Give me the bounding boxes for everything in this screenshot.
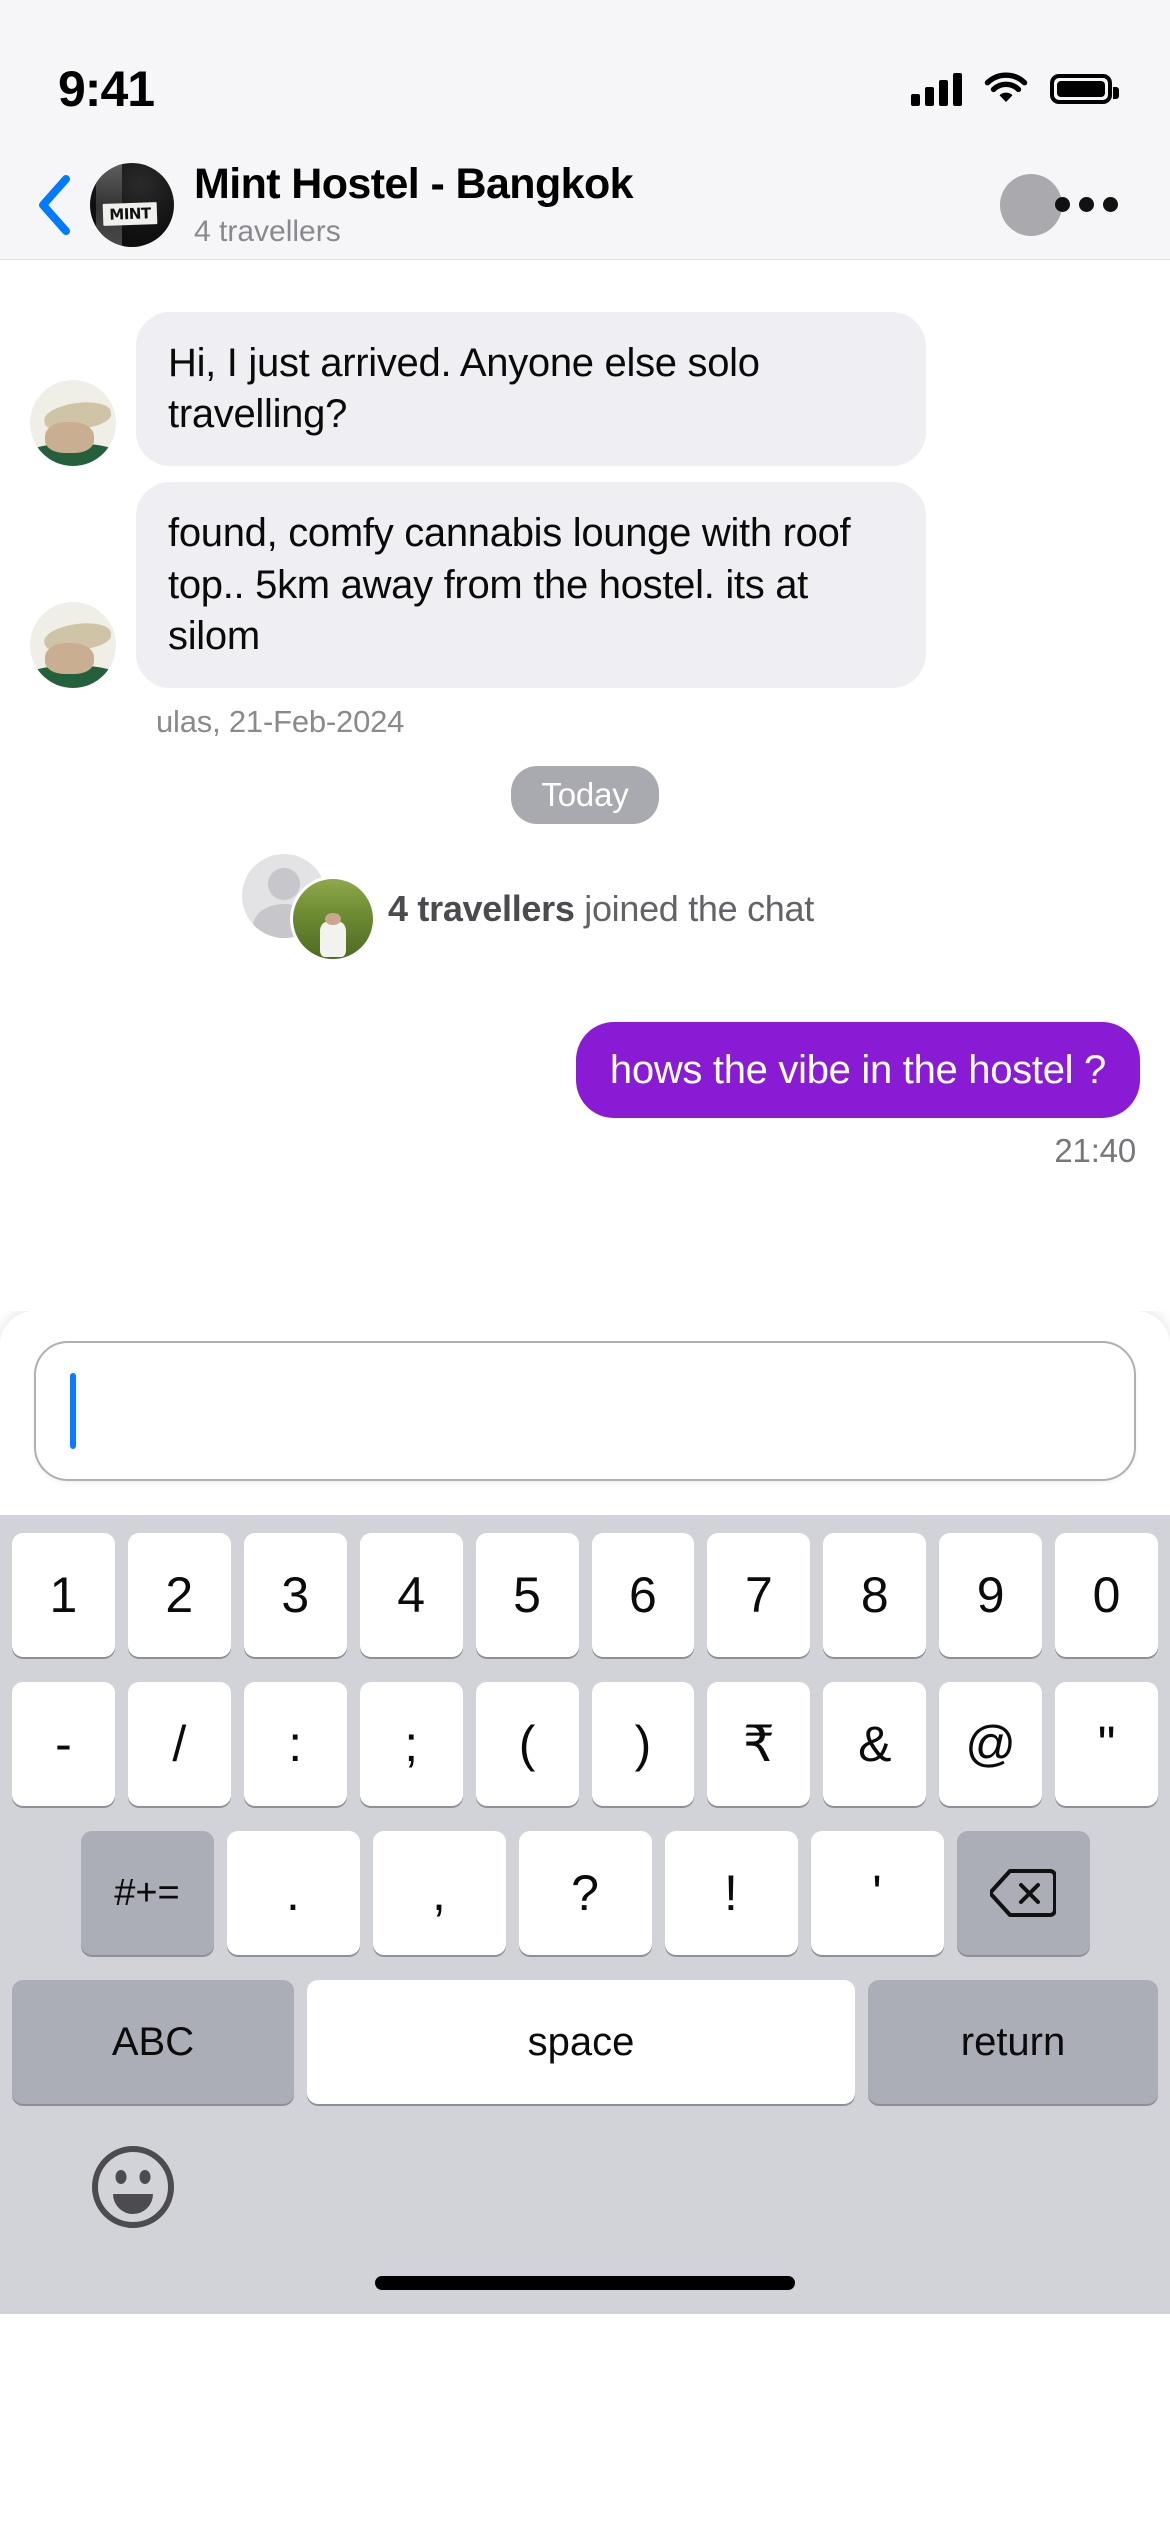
key-slash[interactable]: / (127, 1682, 231, 1806)
virtual-keyboard[interactable]: 1 2 3 4 5 6 7 8 9 0 - / : ; ( ) ₹ & @ " … (0, 1515, 1170, 2314)
message-meta: ulas, 21-Feb-2024 (156, 703, 405, 739)
traveller-avatar[interactable] (290, 875, 376, 962)
key-semicolon[interactable]: ; (359, 1682, 463, 1806)
key-paren-open[interactable]: ( (475, 1682, 579, 1806)
keyboard-row-symbols: - / : ; ( ) ₹ & @ " (11, 1682, 1159, 1806)
key-rupee[interactable]: ₹ (707, 1682, 811, 1806)
key-1[interactable]: 1 (11, 1533, 115, 1657)
keyboard-footer (12, 2124, 1158, 2314)
key-at[interactable]: @ (939, 1682, 1043, 1806)
message-row-incoming: found, comfy cannabis lounge with roof t… (0, 482, 1170, 688)
home-indicator (375, 2276, 795, 2290)
message-timestamp: 21:40 (1054, 1131, 1136, 1169)
message-bubble[interactable]: Hi, I just arrived. Anyone else solo tra… (136, 312, 926, 467)
key-8[interactable]: 8 (823, 1533, 927, 1657)
system-event-row: 4 travellers joined the chat (0, 853, 1170, 964)
more-options-icon[interactable] (1055, 196, 1118, 212)
system-event-avatars (242, 853, 376, 964)
back-button[interactable] (26, 173, 84, 237)
wifi-icon (984, 72, 1028, 106)
member-avatar-icon[interactable] (1000, 173, 1062, 236)
message-row-outgoing: hows the vibe in the hostel ? (0, 1021, 1170, 1118)
status-bar: 9:41 (0, 0, 1170, 150)
message-input[interactable] (34, 1341, 1136, 1481)
key-colon[interactable]: : (243, 1682, 347, 1806)
key-hyphen[interactable]: - (11, 1682, 115, 1806)
key-abc-toggle[interactable]: ABC (12, 1980, 294, 2104)
status-indicators (911, 72, 1119, 106)
header-subtitle: 4 travellers (194, 214, 341, 248)
system-event-count: 4 travellers (388, 887, 575, 929)
key-return[interactable]: return (868, 1980, 1158, 2104)
system-event-suffix: joined the chat (574, 887, 814, 929)
keyboard-row-punctuation: #+= . , ? ! ' (12, 1831, 1158, 1955)
key-4[interactable]: 4 (359, 1533, 463, 1657)
key-3[interactable]: 3 (243, 1533, 347, 1657)
ulas-avatar[interactable] (30, 601, 116, 688)
chat-header: MINT Mint Hostel - Bangkok 4 travellers (0, 150, 1170, 260)
text-caret (70, 1373, 76, 1449)
key-exclamation[interactable]: ! (664, 1831, 798, 1955)
keyboard-row-numbers: 1 2 3 4 5 6 7 8 9 0 (11, 1533, 1159, 1657)
header-actions (1000, 163, 1140, 247)
key-paren-close[interactable]: ) (591, 1682, 695, 1806)
hostel-avatar[interactable]: MINT (90, 162, 174, 247)
key-9[interactable]: 9 (939, 1533, 1043, 1657)
chat-messages-area[interactable]: Hi, I just arrived. Anyone else solo tra… (0, 260, 1170, 1311)
key-symbols-toggle[interactable]: #+= (80, 1831, 214, 1955)
message-row-incoming: Hi, I just arrived. Anyone else solo tra… (0, 312, 1170, 467)
key-ampersand[interactable]: & (823, 1682, 927, 1806)
key-6[interactable]: 6 (591, 1533, 695, 1657)
message-bubble-outgoing[interactable]: hows the vibe in the hostel ? (575, 1021, 1140, 1118)
status-time: 9:41 (58, 61, 155, 117)
key-comma[interactable]: , (372, 1831, 506, 1955)
ulas-avatar[interactable] (30, 380, 116, 467)
message-composer (0, 1311, 1170, 1515)
key-space[interactable]: space (307, 1980, 855, 2104)
key-2[interactable]: 2 (127, 1533, 231, 1657)
battery-full-icon (1050, 74, 1119, 104)
day-divider: Today (0, 765, 1170, 824)
message-bubble[interactable]: found, comfy cannabis lounge with roof t… (136, 482, 926, 688)
key-question[interactable]: ? (518, 1831, 652, 1955)
keyboard-row-bottom: ABC space return (12, 1980, 1158, 2104)
key-apostrophe[interactable]: ' (810, 1831, 944, 1955)
key-0[interactable]: 0 (1055, 1533, 1159, 1657)
emoji-smiley-icon[interactable] (90, 2144, 176, 2230)
avatar-sign-label: MINT (102, 201, 158, 226)
cellular-bars-icon (911, 72, 962, 106)
system-event-text: 4 travellers joined the chat (388, 888, 814, 930)
backspace-icon[interactable] (956, 1831, 1090, 1955)
page-title: Mint Hostel - Bangkok (194, 160, 634, 209)
day-divider-label: Today (511, 765, 659, 824)
key-7[interactable]: 7 (707, 1533, 811, 1657)
key-quote-double[interactable]: " (1055, 1682, 1159, 1806)
key-period[interactable]: . (226, 1831, 360, 1955)
header-text-block: Mint Hostel - Bangkok 4 travellers (194, 160, 1000, 248)
key-5[interactable]: 5 (475, 1533, 579, 1657)
chevron-left-icon (39, 174, 70, 235)
